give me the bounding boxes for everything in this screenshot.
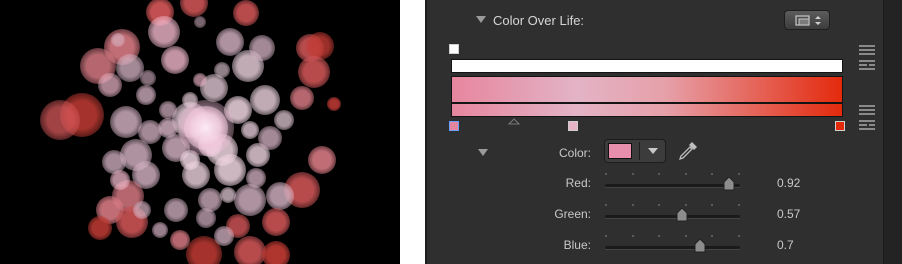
channel-value[interactable]: 0.92 (777, 176, 800, 190)
color-stop-mid[interactable] (568, 121, 578, 131)
slider-ticks (605, 204, 740, 206)
particle (274, 110, 294, 130)
particle (234, 236, 266, 264)
particle (110, 170, 130, 190)
particle (148, 16, 180, 48)
color-stop-start[interactable] (449, 121, 459, 131)
channel-value[interactable]: 0.7 (777, 238, 794, 252)
midpoint-marker-icon[interactable] (508, 117, 520, 125)
particle (196, 208, 216, 228)
particle (250, 85, 280, 115)
particle (88, 216, 112, 240)
channel-slider-track[interactable] (605, 246, 740, 249)
gradient-presets-icon[interactable] (859, 105, 875, 117)
particle (133, 201, 151, 219)
alpha-stop-tag[interactable] (449, 44, 459, 54)
eyedropper-icon[interactable] (677, 140, 699, 162)
color-gradient-preview (451, 76, 843, 103)
panel-border (425, 0, 427, 264)
particle (262, 241, 290, 264)
color-well[interactable] (604, 139, 666, 163)
particle (327, 97, 341, 111)
inspector-scrollbar[interactable] (883, 0, 902, 264)
gradient-options-icon[interactable] (859, 120, 875, 132)
particle (249, 35, 275, 61)
particle (193, 73, 207, 87)
color-disclosure-icon[interactable] (478, 149, 488, 156)
particle (234, 184, 266, 216)
channel-label: Green: (554, 207, 591, 221)
channel-label: Blue: (563, 238, 591, 252)
slider-ticks (605, 173, 740, 175)
divider (639, 142, 640, 160)
slider-thumb[interactable] (694, 239, 706, 253)
particle (161, 46, 189, 74)
particle (214, 62, 230, 78)
inspector-panel: Color Over Life: Color: Red: 0.92 Green:… (425, 0, 902, 264)
particle (266, 182, 294, 210)
gradient-preset-popup[interactable] (784, 10, 830, 30)
particle (152, 222, 168, 238)
particle (308, 146, 336, 174)
particle (233, 0, 259, 26)
slider-thumb[interactable] (723, 177, 735, 191)
gradient-preset-icon (795, 15, 821, 26)
particle (262, 208, 290, 236)
alpha-gradient-bar[interactable] (451, 59, 843, 73)
color-gradient-bar[interactable] (451, 103, 843, 117)
particle (246, 168, 266, 188)
channel-value[interactable]: 0.57 (777, 207, 800, 221)
channel-label: Red: (565, 176, 591, 190)
particle (290, 86, 314, 110)
channel-slider-track[interactable] (605, 184, 740, 187)
particle (98, 73, 122, 97)
color-label: Color: (558, 146, 591, 160)
particle (194, 16, 206, 28)
particle (111, 33, 125, 47)
channel-slider-track[interactable] (605, 215, 740, 218)
particle (136, 85, 156, 105)
color-stop-end[interactable] (835, 121, 845, 131)
particle (158, 118, 178, 138)
particle-canvas[interactable] (0, 0, 400, 264)
gradient-presets-icon[interactable] (859, 45, 875, 57)
particle (298, 56, 330, 88)
gradient-options-icon[interactable] (859, 60, 875, 72)
disclosure-triangle-icon[interactable] (476, 16, 486, 23)
particle (220, 187, 236, 203)
section-title: Color Over Life: (493, 13, 585, 28)
particle (241, 121, 259, 139)
slider-thumb[interactable] (676, 208, 688, 222)
particle (164, 198, 188, 222)
slider-ticks (605, 235, 740, 237)
particle (180, 0, 208, 17)
dropdown-arrow-icon[interactable] (647, 147, 659, 155)
particle (214, 154, 246, 186)
color-swatch[interactable] (608, 143, 632, 159)
particle (258, 126, 282, 150)
particle (40, 100, 80, 140)
particle-core-glow (178, 100, 234, 156)
particle (140, 70, 156, 86)
particle (214, 226, 234, 246)
particle (159, 101, 177, 119)
